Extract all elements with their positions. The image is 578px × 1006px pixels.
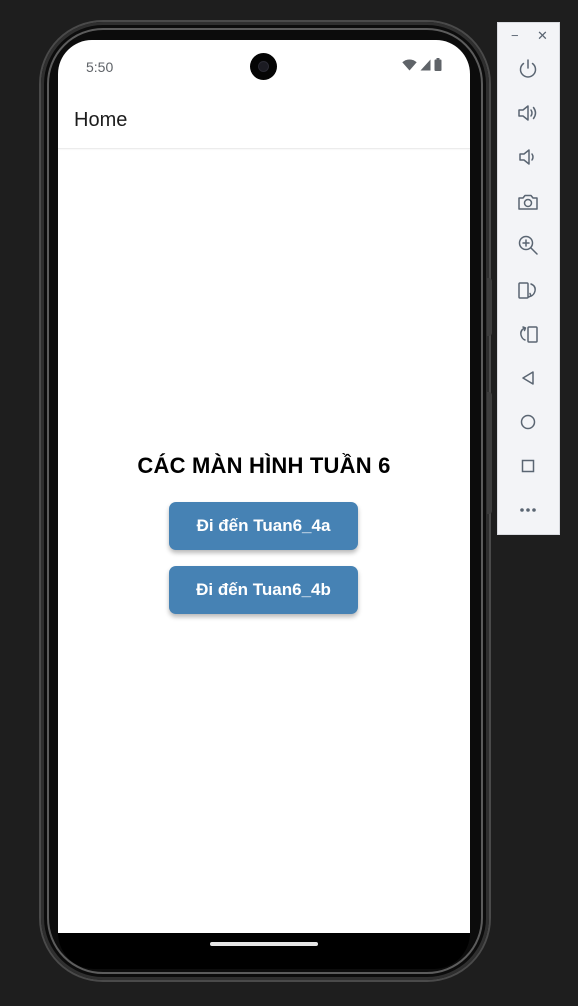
gesture-home-handle[interactable]: [210, 942, 318, 946]
go-to-tuan6-4a-button[interactable]: Đi đến Tuan6_4a: [169, 502, 358, 550]
battery-icon: [434, 58, 442, 76]
screen-heading: CÁC MÀN HÌNH TUẦN 6: [137, 453, 391, 478]
emulator-window: 5:50 Home CÁC MÀN HÌNH TUẦN 6 Đi đến Tua…: [0, 0, 578, 1006]
page-title: Home: [74, 109, 128, 131]
emulator-toolbar: − ✕: [497, 22, 560, 535]
more-icon[interactable]: [516, 498, 540, 522]
navigation-bar: [58, 933, 470, 969]
back-icon[interactable]: [516, 366, 540, 390]
rotate-right-icon[interactable]: [516, 322, 540, 346]
camera-icon[interactable]: [516, 190, 540, 214]
front-camera: [250, 53, 277, 80]
phone-screen: 5:50 Home CÁC MÀN HÌNH TUẦN 6 Đi đến Tua…: [58, 40, 470, 933]
app-bar: Home: [58, 96, 470, 149]
close-button[interactable]: ✕: [537, 29, 548, 43]
go-to-tuan6-4b-button[interactable]: Đi đến Tuan6_4b: [169, 566, 358, 614]
status-time: 5:50: [86, 59, 114, 75]
volume-up-icon[interactable]: [516, 101, 540, 125]
rotate-left-icon[interactable]: [516, 278, 540, 302]
status-icons: [402, 58, 442, 76]
volume-down-icon[interactable]: [516, 145, 540, 169]
phone-power-button: [487, 278, 492, 336]
wifi-icon: [402, 58, 417, 76]
cellular-signal-icon: [420, 58, 431, 76]
power-icon[interactable]: [516, 57, 540, 81]
phone-volume-button: [487, 392, 492, 514]
overview-icon[interactable]: [516, 454, 540, 478]
minimize-button[interactable]: −: [511, 29, 519, 43]
home-icon[interactable]: [516, 410, 540, 434]
zoom-icon[interactable]: [516, 233, 540, 257]
